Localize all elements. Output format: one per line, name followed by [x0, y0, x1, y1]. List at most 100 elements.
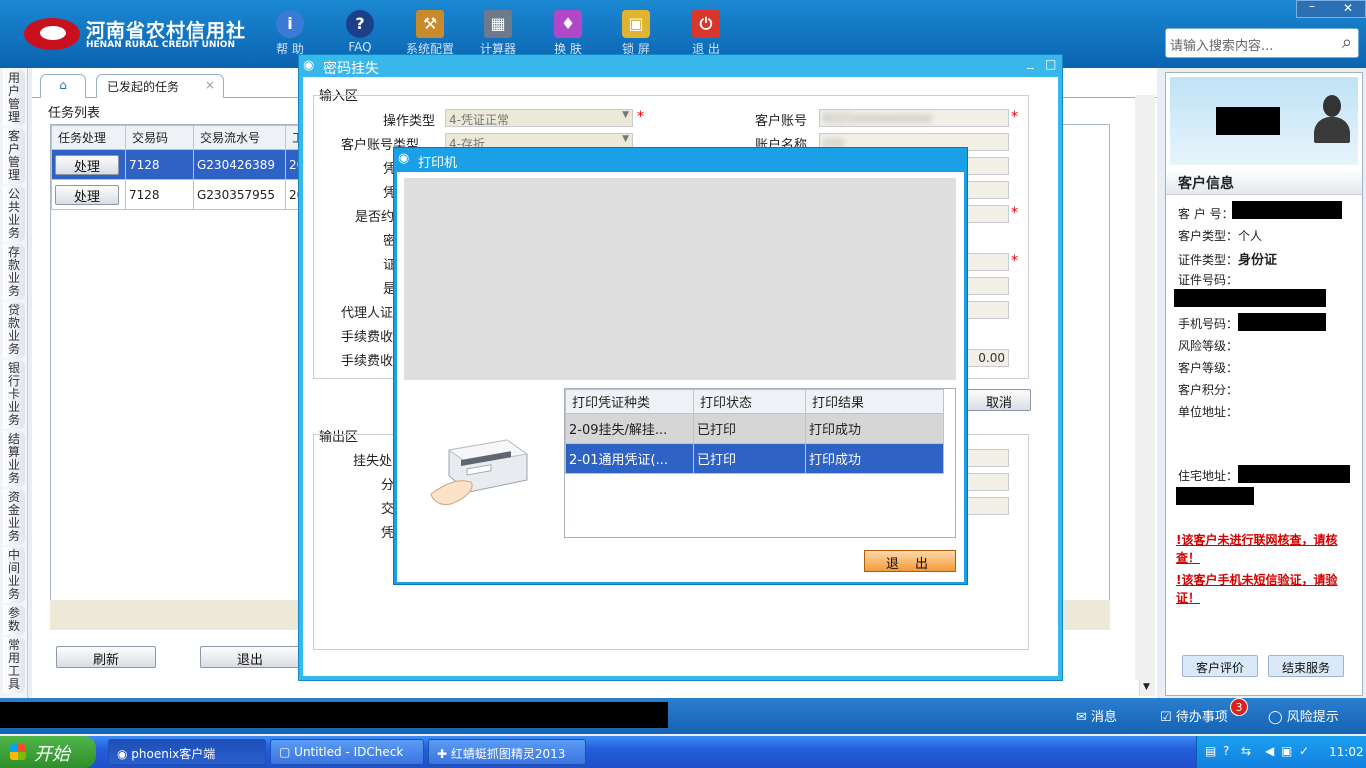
nav-params[interactable]: 参数 [3, 605, 25, 635]
fee-field[interactable]: 0.00 [967, 349, 1009, 367]
input-field[interactable] [967, 157, 1009, 175]
print-preview [404, 178, 956, 380]
required-marker: * [1011, 253, 1018, 269]
customer-name-redacted [1216, 107, 1280, 135]
search-icon[interactable]: ⌕ [1342, 32, 1352, 53]
table-row[interactable]: 处理 7128 G230426389 20 [51, 149, 312, 180]
lock-icon: ▣ [622, 10, 650, 38]
id-type: 证件类型：身份证 [1178, 253, 1278, 268]
messages-button[interactable]: ✉ 消息 [1076, 706, 1117, 725]
input-field[interactable] [967, 301, 1009, 319]
home-address-redacted-2 [1176, 487, 1254, 505]
table-row[interactable]: 2-09挂失/解挂... 已打印 打印成功 [565, 413, 944, 444]
task-table: 任务处理 交易码 交易流水号 工 处理 7128 G230426389 20 处… [51, 125, 312, 210]
brand-name-en: HENAN RURAL CREDIT UNION [86, 40, 235, 50]
start-button[interactable]: 开始 [0, 736, 96, 768]
phone-label: 手机号码： [1178, 317, 1239, 331]
close-icon[interactable]: × [205, 78, 215, 92]
required-marker: * [637, 109, 644, 125]
col-header: 交易码 [125, 125, 194, 150]
nav-settlement[interactable]: 结算业务 [3, 431, 25, 487]
nav-deposit[interactable]: 存款业务 [3, 244, 25, 300]
customer-panel: 客户信息 客 户 号： 客户类型：个人 证件类型：身份证 证件号码： 手机号码：… [1165, 72, 1363, 696]
keyboard-icon[interactable]: ▤ [1205, 744, 1216, 758]
end-service-button[interactable]: 结束服务 [1268, 655, 1344, 677]
chevron-down-icon: ▼ [622, 134, 629, 144]
nav-intermediate[interactable]: 中间业务 [3, 547, 25, 603]
customer-account-label: 客户账号 [755, 114, 808, 129]
input-field[interactable] [967, 253, 1009, 271]
taskbar-item-screenshot-tool[interactable]: ✚ 红蜻蜓抓图精灵2013 [428, 739, 586, 765]
nav-funds[interactable]: 资金业务 [3, 489, 25, 545]
process-button[interactable]: 处理 [55, 184, 119, 205]
tab-initiated-tasks[interactable]: 已发起的任务 × [96, 74, 224, 98]
warning-network-check[interactable]: !该客户未进行联网核查，请核查！ [1176, 531, 1358, 567]
display-icon[interactable]: ▣ [1281, 744, 1292, 758]
table-row[interactable]: 处理 7128 G230357955 20 [51, 179, 312, 210]
print-job-list: 打印凭证种类 打印状态 打印结果 2-09挂失/解挂... 已打印 打印成功 2… [564, 388, 956, 538]
process-button[interactable]: 处理 [55, 154, 119, 175]
input-field[interactable] [967, 205, 1009, 223]
question-icon: ? [346, 10, 374, 38]
window-icon: ▢ [279, 745, 295, 759]
nav-public-business[interactable]: 公共业务 [3, 186, 25, 242]
nav-customer-mgmt[interactable]: 客户管理 [3, 128, 25, 184]
exit-button[interactable]: 退 出 [864, 550, 956, 572]
dialog-scrollbar[interactable] [1135, 95, 1155, 680]
warning-sms-verify[interactable]: !该客户手机未短信验证，请验证！ [1176, 571, 1358, 607]
app-icon: ◉ [398, 151, 410, 166]
customer-type: 客户类型：个人 [1178, 229, 1263, 243]
id-number-redacted [1174, 289, 1326, 307]
shirt-icon: ♦ [554, 10, 582, 38]
window-controls: – ✕ [1296, 0, 1366, 18]
tray-expand-icon[interactable]: ◀ [1265, 744, 1274, 758]
antivirus-icon[interactable]: ✓ [1299, 744, 1309, 758]
nav-user-mgmt[interactable]: 用户管理 [3, 70, 25, 126]
home-address-redacted [1238, 465, 1350, 483]
windows-logo-icon [10, 744, 26, 760]
customer-account-field[interactable]: 6221xxxxxxxxxxx [819, 109, 1009, 127]
customer-info-title: 客户信息 [1166, 169, 1362, 195]
id-number-label: 证件号码： [1178, 273, 1239, 287]
output-field [967, 449, 1009, 467]
taskbar-item-phoenix[interactable]: ◉ phoenix客户端 [108, 739, 266, 765]
help-icon[interactable]: ? [1223, 744, 1229, 758]
input-field[interactable] [967, 277, 1009, 295]
home-tab[interactable]: ⌂ [40, 74, 86, 98]
print-job-table: 打印凭证种类 打印状态 打印结果 2-09挂失/解挂... 已打印 打印成功 2… [565, 389, 944, 474]
company-address-label: 单位地址： [1178, 405, 1239, 419]
customer-evaluate-button[interactable]: 客户评价 [1182, 655, 1258, 677]
status-bar: ✉ 消息 ☑ 待办事项 3 ◯ 风险提示 [0, 698, 1366, 734]
customer-points-label: 客户积分： [1178, 383, 1239, 397]
calculator-icon: ▦ [484, 10, 512, 38]
taskbar-item-idcheck[interactable]: ▢ Untitled - IDCheck [270, 739, 424, 765]
network-icon[interactable]: ⇆ [1241, 744, 1251, 758]
risk-level-label: 风险等级： [1178, 339, 1239, 353]
search-input[interactable]: 请输入搜索内容... ⌕ [1165, 28, 1359, 58]
input-field[interactable] [967, 181, 1009, 199]
minimize-icon[interactable]: – [1309, 0, 1315, 13]
nav-tools[interactable]: 常用工具 [3, 637, 25, 693]
refresh-button[interactable]: 刷新 [56, 646, 156, 668]
minimize-icon[interactable]: _ [1027, 55, 1034, 70]
required-marker: * [1011, 109, 1018, 125]
status-message-area [0, 702, 668, 728]
risk-alert-button[interactable]: ◯ 风险提示 [1268, 706, 1339, 725]
nav-bank-card[interactable]: 银行卡业务 [3, 360, 25, 429]
home-icon: ⌂ [59, 78, 67, 92]
maximize-icon[interactable]: □ [1045, 57, 1056, 71]
op-type-select[interactable]: 4-凭证正常 ▼ [445, 109, 633, 127]
cancel-button[interactable]: 取消 [967, 389, 1031, 411]
todo-count-badge: 3 [1230, 698, 1248, 716]
clock: 11:02 [1329, 745, 1364, 759]
task-list-label: 任务列表 [48, 106, 101, 121]
exit-button[interactable]: 退出 [200, 646, 300, 668]
close-icon[interactable]: ✕ [1343, 1, 1353, 15]
col-header: 交易流水号 [193, 125, 286, 150]
todo-button[interactable]: ☑ 待办事项 [1160, 706, 1228, 725]
phone-redacted [1238, 313, 1326, 331]
nav-loan[interactable]: 贷款业务 [3, 302, 25, 358]
scroll-down-icon[interactable]: ▼ [1143, 682, 1150, 692]
table-row[interactable]: 2-01通用凭证(... 已打印 打印成功 [565, 443, 944, 474]
envelope-icon: ✉ [1076, 710, 1092, 725]
